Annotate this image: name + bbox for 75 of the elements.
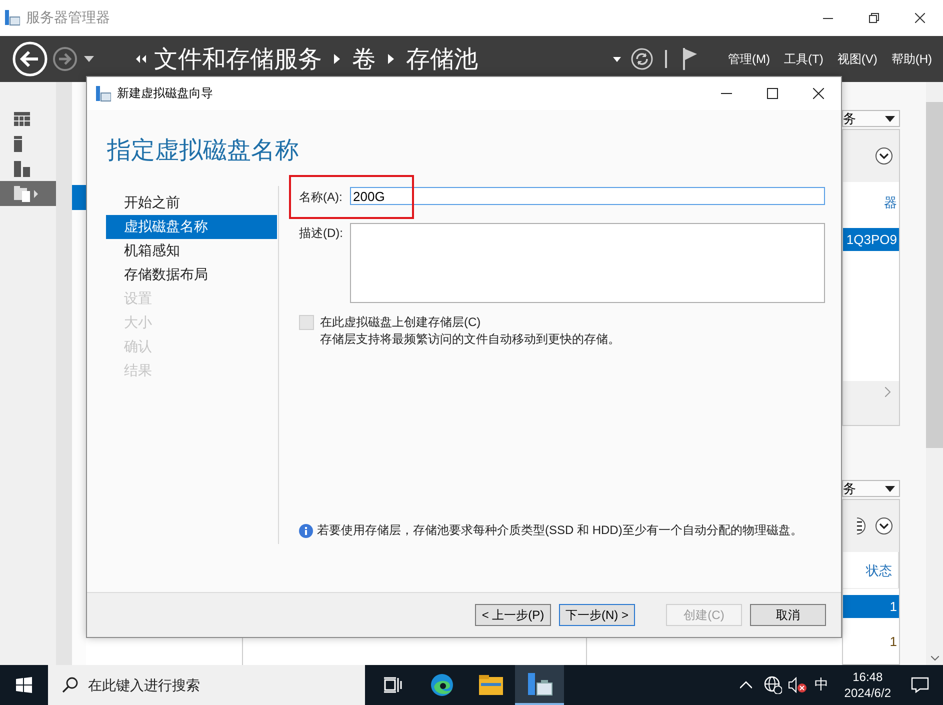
edge-icon xyxy=(430,673,454,697)
search-icon xyxy=(62,677,78,693)
wizard-icon xyxy=(95,86,111,102)
folder-icon xyxy=(478,675,502,695)
page-heading: 指定虚拟磁盘名称 xyxy=(106,136,300,166)
wizard-step[interactable]: 开始之前 xyxy=(106,191,277,215)
breadcrumb-current: 存储池 xyxy=(406,45,478,75)
grid-icon xyxy=(14,112,30,126)
server-icon xyxy=(14,136,22,152)
info-icon xyxy=(299,524,313,538)
folder-file-icon xyxy=(14,186,38,202)
list-row[interactable]: 器 xyxy=(843,191,899,214)
search-field[interactable]: 在此键入进行搜索 xyxy=(48,665,365,705)
menu-item[interactable]: 视图(V) xyxy=(830,50,884,68)
clock[interactable]: 16:48 2024/6/2 xyxy=(834,669,901,701)
app-icon xyxy=(4,10,20,26)
caret-icon xyxy=(84,56,94,62)
column-header[interactable]: 状态 xyxy=(866,552,899,588)
restore-icon xyxy=(869,13,879,23)
name-field[interactable]: 200G xyxy=(350,187,825,205)
dialog-button[interactable]: < 上一步(P) xyxy=(475,604,551,626)
double-arrow-icon xyxy=(136,55,146,63)
scroll-down-icon xyxy=(930,656,938,661)
separator-arrow-icon xyxy=(334,54,340,64)
dialog-title: 新建虚拟磁盘向导 xyxy=(117,85,214,102)
checkbox-label: 在此虚拟磁盘上创建存储层(C) xyxy=(320,314,482,331)
menu-item[interactable]: 帮助(H) xyxy=(884,50,939,68)
muted-speaker-icon[interactable] xyxy=(788,677,808,693)
chevron-down-icon xyxy=(875,147,893,165)
separator-arrow-icon xyxy=(388,54,394,64)
list-row[interactable]: 1Q3PO9 xyxy=(843,228,899,251)
back-icon[interactable] xyxy=(12,41,48,77)
chevron-up-icon[interactable] xyxy=(740,681,752,689)
divider-icon xyxy=(665,50,667,68)
refresh-icon[interactable] xyxy=(631,48,653,70)
menu-item[interactable]: 工具(T) xyxy=(777,50,830,68)
window-title: 服务器管理器 xyxy=(26,9,111,27)
breadcrumb-link[interactable]: 卷 xyxy=(352,43,376,75)
servers-icon xyxy=(14,160,30,176)
description-field[interactable] xyxy=(350,223,825,303)
info-message: 若要使用存储层，存储池要求每种介质类型(SSD 和 HDD)至少有一个自动分配的物理磁盘。 xyxy=(317,522,802,539)
task-view-icon xyxy=(384,677,402,693)
tasks-button[interactable]: 务 xyxy=(842,110,900,127)
dropdown-arrow-icon xyxy=(885,116,895,122)
windows-logo-icon xyxy=(16,677,32,693)
caret-icon[interactable] xyxy=(613,56,621,62)
minimize-icon xyxy=(720,93,732,94)
wizard-step[interactable]: 机箱感知 xyxy=(106,239,277,263)
wizard-step[interactable]: 虚拟磁盘名称 xyxy=(106,215,277,239)
notification-icon[interactable] xyxy=(911,677,929,693)
dialog-button[interactable]: 下一步(N) > xyxy=(559,604,635,626)
menu-item[interactable]: 管理(M) xyxy=(721,50,777,68)
nav-item[interactable] xyxy=(0,181,56,206)
forward-icon[interactable] xyxy=(52,46,78,72)
scrollbar[interactable] xyxy=(926,82,943,665)
close-icon xyxy=(915,13,925,23)
dropdown-arrow-icon xyxy=(885,486,895,492)
help-text: 存储层支持将最频繁访问的文件自动移动到更快的存储。 xyxy=(320,331,620,348)
field-label: 名称(A): xyxy=(299,189,344,206)
maximize-icon xyxy=(766,88,778,99)
field-label: 描述(D): xyxy=(299,225,344,242)
close-icon xyxy=(812,88,824,99)
chevron-down-icon xyxy=(875,517,893,535)
tasks-button[interactable]: 务 xyxy=(842,480,900,497)
wizard-step[interactable]: 存储数据布局 xyxy=(106,263,277,287)
list-row[interactable]: 1 xyxy=(843,595,899,618)
chevron-right-icon xyxy=(885,387,891,397)
network-icon[interactable] xyxy=(764,676,782,694)
server-manager-icon xyxy=(526,673,552,697)
input-method-indicator[interactable]: 中 xyxy=(814,676,828,694)
dialog-button[interactable]: 取消 xyxy=(750,604,826,626)
list-row[interactable]: 1 xyxy=(843,630,899,653)
flag-icon[interactable] xyxy=(683,48,697,70)
breadcrumb-link[interactable]: 文件和存储服务 xyxy=(154,43,322,75)
taskbar-app[interactable] xyxy=(515,665,564,705)
